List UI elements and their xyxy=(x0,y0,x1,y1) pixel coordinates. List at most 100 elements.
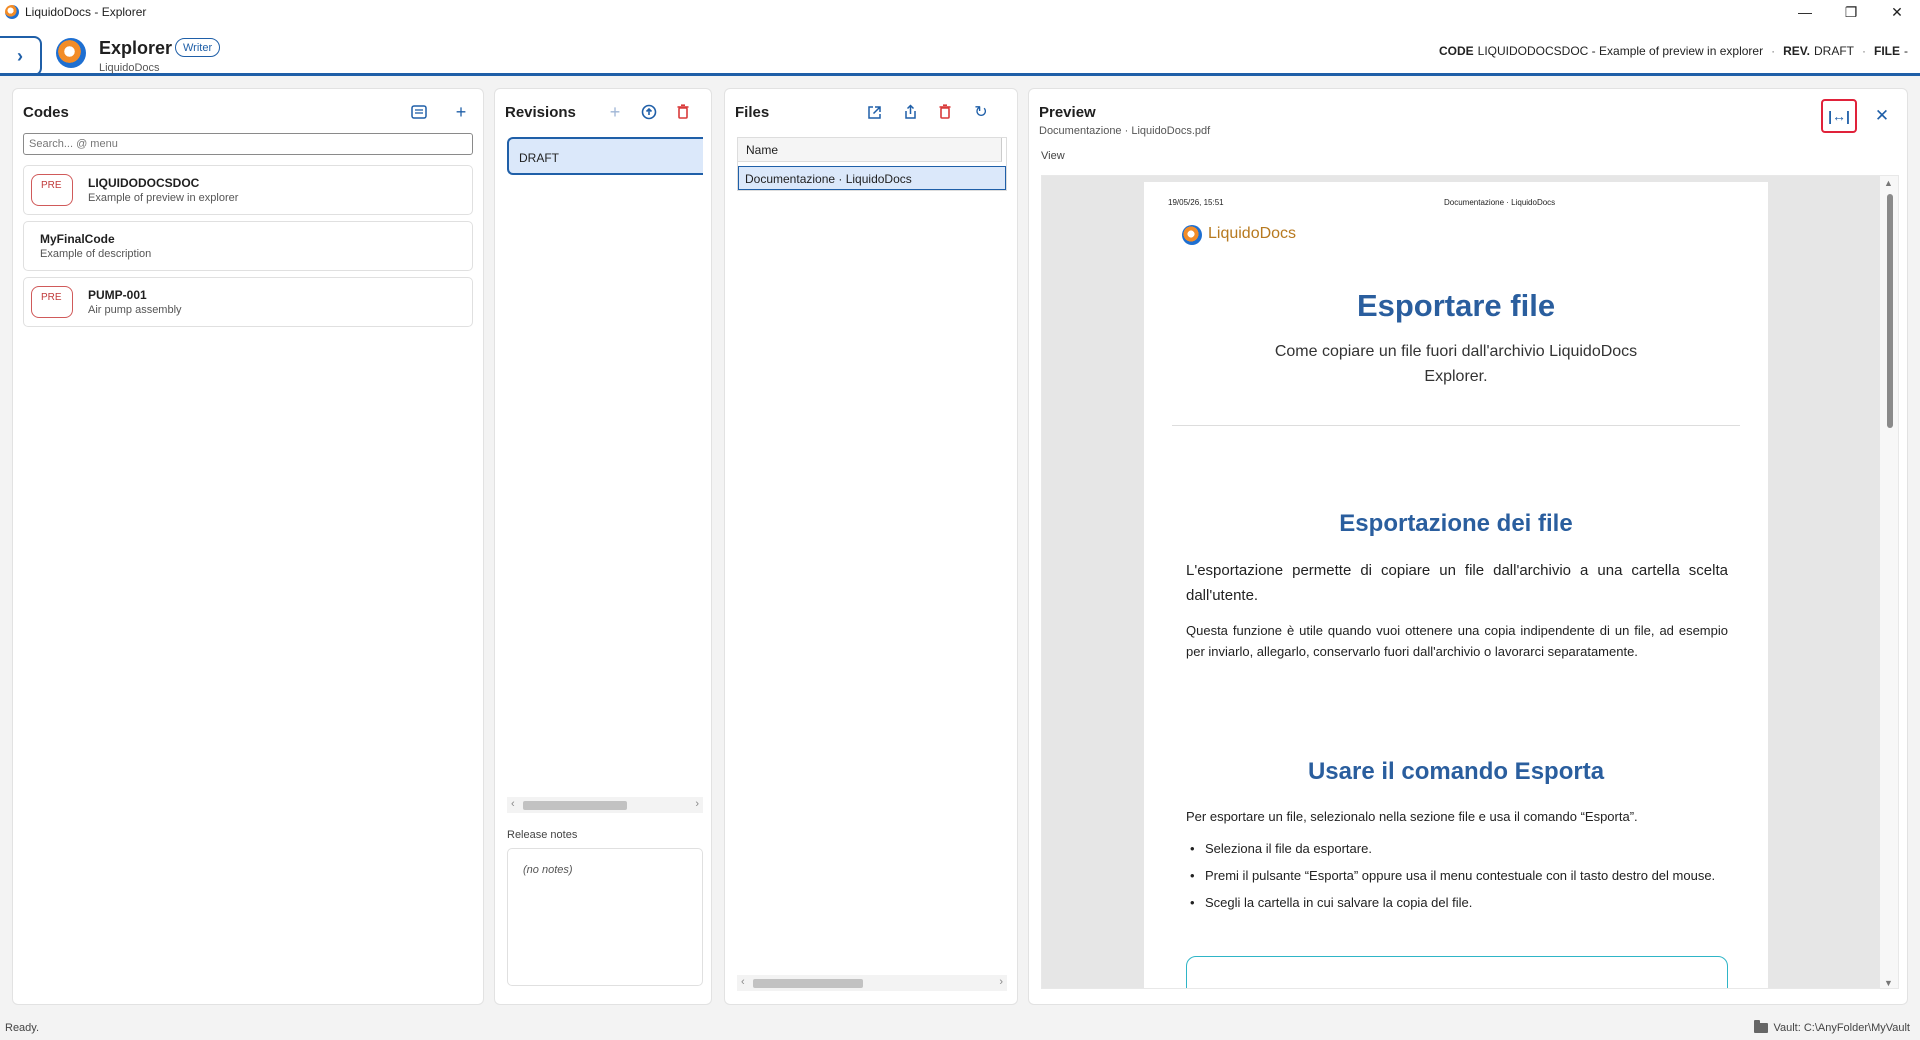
open-external-button[interactable] xyxy=(860,99,888,125)
delete-revision-button[interactable] xyxy=(669,99,697,125)
status-bar: Ready. Vault: C:\AnyFolder\MyVault xyxy=(0,1016,1920,1040)
list-view-button[interactable] xyxy=(405,99,433,125)
code-name: LIQUIDODOCSDOC xyxy=(88,176,200,190)
refresh-button[interactable]: ↻ xyxy=(967,99,995,125)
context-breadcrumb: CODE LIQUIDODOCSDOC - Example of preview… xyxy=(1439,44,1908,58)
doc-paragraph-1: L'esportazione permette di copiare un fi… xyxy=(1186,562,1728,604)
share-icon xyxy=(904,104,916,119)
list-icon xyxy=(411,105,427,119)
pdf-page: 19/05/26, 15:51 Documentazione · Liquido… xyxy=(1144,182,1768,988)
minimize-button[interactable]: — xyxy=(1782,0,1828,24)
release-notes-label: Release notes xyxy=(507,829,578,841)
page-subtitle: LiquidoDocs xyxy=(99,62,160,74)
column-header-name[interactable]: Name xyxy=(738,138,1002,162)
window-controls: — ❐ ✕ xyxy=(1782,0,1920,24)
list-item: Seleziona il file da esportare. xyxy=(1186,838,1728,859)
scroll-right-icon[interactable]: › xyxy=(999,976,1003,988)
preview-filename: Documentazione · LiquidoDocs.pdf xyxy=(1039,125,1211,137)
doc-paragraph-2: Questa funzione è utile quando vuoi otte… xyxy=(1186,623,1728,659)
doc-divider xyxy=(1172,425,1740,426)
export-file-button[interactable] xyxy=(896,99,924,125)
window-titlebar: LiquidoDocs - Explorer — ❐ ✕ xyxy=(0,0,1920,24)
refresh-icon: ↻ xyxy=(974,104,988,121)
scrollbar-thumb[interactable] xyxy=(523,801,627,810)
page-date: 19/05/26, 15:51 xyxy=(1168,198,1224,207)
maximize-button[interactable]: ❐ xyxy=(1828,0,1874,24)
codes-panel: Codes + Search... @ menu PRE LIQUIDODOCS… xyxy=(12,88,484,1005)
code-item-myfinalcode[interactable]: MyFinalCode Example of description xyxy=(23,221,473,271)
pdf-viewer[interactable]: 19/05/26, 15:51 Documentazione · Liquido… xyxy=(1041,175,1899,989)
revisions-panel: Revisions + DRAFT ‹ › Release notes (no … xyxy=(494,88,712,1005)
status-badge: PRE xyxy=(31,174,73,206)
folder-icon xyxy=(1754,1020,1769,1033)
search-input[interactable]: Search... @ menu xyxy=(23,133,473,155)
trash-icon xyxy=(677,104,689,119)
code-description: Example of preview in explorer xyxy=(88,192,239,204)
table-row[interactable]: Documentazione · LiquidoDocs xyxy=(738,166,1006,190)
status-text: Ready. xyxy=(5,1022,40,1034)
files-horizontal-scrollbar[interactable]: ‹ › xyxy=(737,975,1007,991)
list-item: Scegli la cartella in cui salvare la cop… xyxy=(1186,892,1728,913)
scroll-up-icon[interactable]: ▲ xyxy=(1884,178,1893,188)
code-description: Air pump assembly xyxy=(88,304,182,316)
scrollbar-thumb[interactable] xyxy=(753,979,863,988)
code-item-pump-001[interactable]: PRE PUMP-001 Air pump assembly xyxy=(23,277,473,327)
revisions-horizontal-scrollbar[interactable]: ‹ › xyxy=(507,797,703,813)
trash-icon xyxy=(939,104,951,119)
context-separator: · xyxy=(1862,44,1866,58)
vault-indicator: Vault: C:\AnyFolder\MyVault xyxy=(1754,1020,1910,1034)
preview-title: Preview xyxy=(1039,104,1096,121)
app-logo-icon xyxy=(56,38,86,68)
close-icon: ✕ xyxy=(1874,106,1890,125)
context-file-value: - xyxy=(1904,44,1908,58)
plus-icon: + xyxy=(455,101,467,122)
sidebar-toggle-button[interactable]: › xyxy=(0,36,42,76)
page-brand: LiquidoDocs xyxy=(1208,225,1297,242)
context-rev-value: DRAFT xyxy=(1814,44,1854,58)
scroll-right-icon[interactable]: › xyxy=(695,798,699,810)
code-description: Example of description xyxy=(40,248,152,260)
doc-callout-box xyxy=(1186,956,1728,988)
viewer-vertical-scrollbar[interactable]: ▲ ▼ xyxy=(1880,176,1898,988)
list-item: Premi il pulsante “Esporta” oppure usa i… xyxy=(1186,865,1728,886)
delete-file-button[interactable] xyxy=(931,99,959,125)
scrollbar-thumb[interactable] xyxy=(1887,194,1893,428)
codes-title: Codes xyxy=(23,104,69,121)
files-panel: Files ↻ Name Documentazione · LiquidoDoc… xyxy=(724,88,1018,1005)
role-badge: Writer xyxy=(175,38,221,57)
vault-path: Vault: C:\AnyFolder\MyVault xyxy=(1773,1022,1910,1034)
scroll-down-icon[interactable]: ▼ xyxy=(1884,978,1893,988)
doc-lead: Come copiare un file fuori dall'archivio… xyxy=(1274,343,1638,385)
release-revision-button[interactable] xyxy=(635,99,663,125)
release-notes-box[interactable]: (no notes) xyxy=(507,848,703,986)
close-preview-button[interactable]: ✕ xyxy=(1869,103,1895,129)
close-window-button[interactable]: ✕ xyxy=(1874,0,1920,24)
view-label: View xyxy=(1041,150,1065,162)
page-title: Explorer xyxy=(99,38,173,58)
revision-item-draft[interactable]: DRAFT xyxy=(507,137,703,175)
doc-bullet-list: Seleziona il file da esportare. Premi il… xyxy=(1186,838,1728,919)
scroll-left-icon[interactable]: ‹ xyxy=(511,798,515,810)
app-logo-icon xyxy=(5,5,19,19)
doc-heading-1: Esportare file xyxy=(1356,288,1556,323)
code-name: PUMP-001 xyxy=(88,288,147,302)
context-file-label: FILE xyxy=(1874,44,1900,58)
app-header: › Explorer Writer LiquidoDocs CODE LIQUI… xyxy=(0,24,1920,76)
page-running-header: Documentazione · LiquidoDocs xyxy=(1444,198,1556,207)
fit-width-icon: |↔| xyxy=(1828,108,1850,124)
code-item-liquidodocsdoc[interactable]: PRE LIQUIDODOCSDOC Example of preview in… xyxy=(23,165,473,215)
add-code-button[interactable]: + xyxy=(447,99,475,125)
context-rev-label: REV. xyxy=(1783,44,1810,58)
files-table: Name Documentazione · LiquidoDocs xyxy=(737,137,1007,191)
plus-icon: + xyxy=(609,101,621,122)
scroll-left-icon[interactable]: ‹ xyxy=(741,976,745,988)
revisions-title: Revisions xyxy=(505,104,576,121)
chevron-right-icon: › xyxy=(17,45,23,66)
add-revision-button[interactable]: + xyxy=(601,99,629,125)
context-code-value: LIQUIDODOCSDOC - Example of preview in e… xyxy=(1477,44,1764,58)
doc-heading-3: Usare il comando Esporta xyxy=(1307,758,1605,785)
doc-heading-2: Esportazione dei file xyxy=(1339,510,1573,537)
fit-width-button[interactable]: |↔| xyxy=(1821,99,1857,133)
window-title: LiquidoDocs - Explorer xyxy=(25,5,147,19)
status-badge: PRE xyxy=(31,286,73,318)
